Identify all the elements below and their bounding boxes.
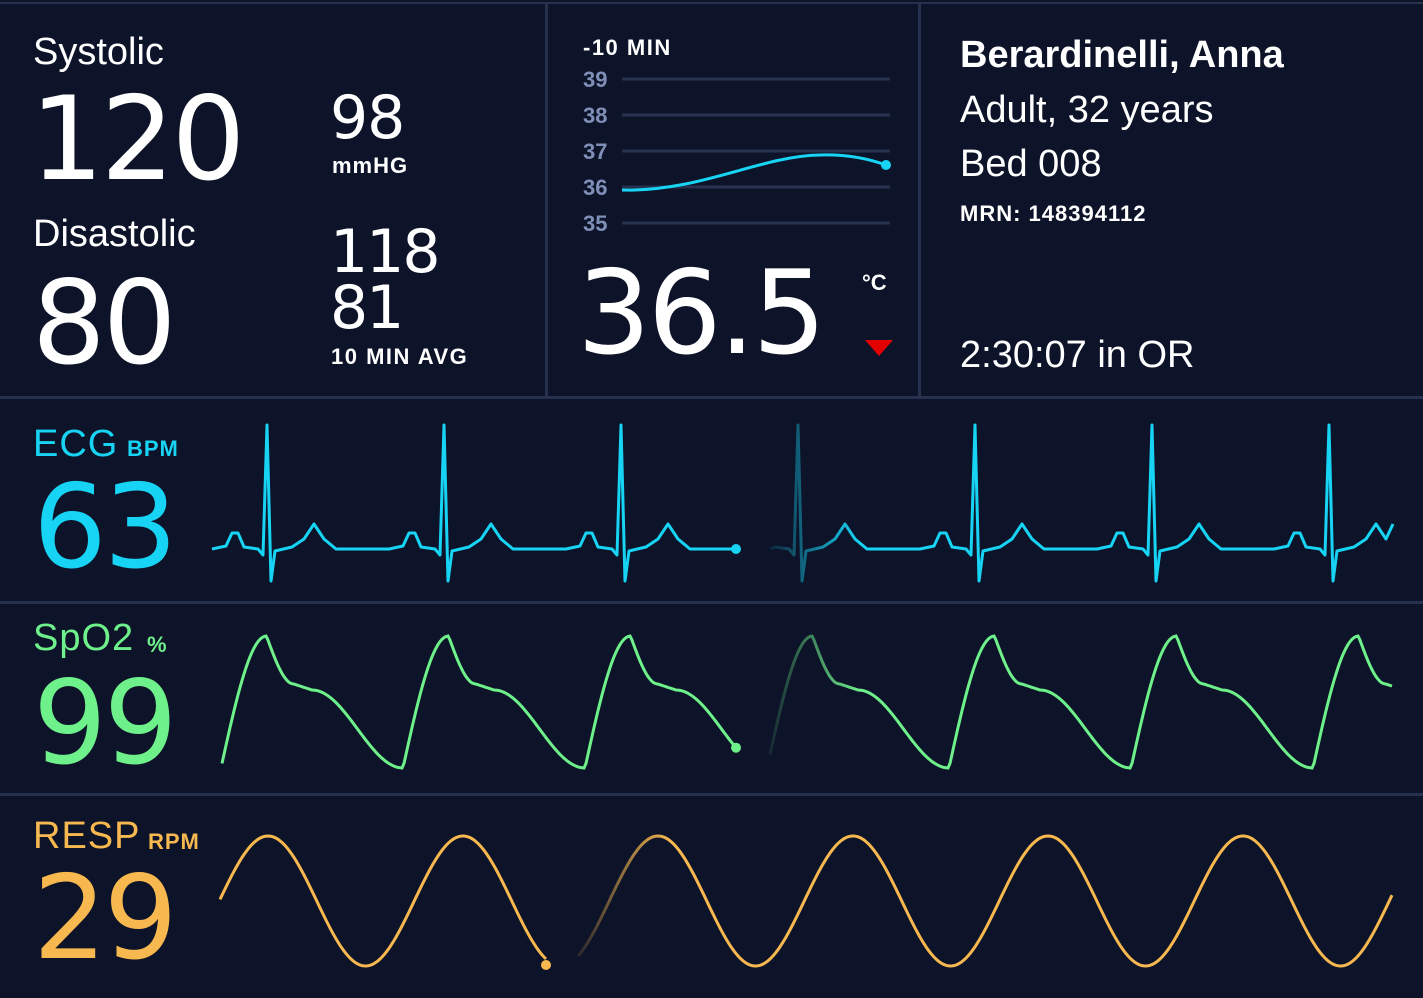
spo2-trace-previous [768, 634, 1393, 770]
divider-horizontal-3 [0, 793, 1423, 796]
temp-tick-38: 38 [583, 103, 608, 128]
patient-age: Adult, 32 years [960, 89, 1214, 131]
patient-mrn: MRN: 148394112 [960, 201, 1147, 226]
spo2-label: SpO2 [33, 617, 135, 659]
ecg-sweep-dot [731, 544, 741, 554]
resp-trace-current [218, 834, 548, 968]
divider-horizontal-1 [0, 396, 1423, 399]
bp-avg-label: 10 MIN AVG [331, 344, 469, 369]
bp-current-value: 98 [330, 83, 405, 153]
spo2-unit: % [147, 632, 167, 657]
temp-trend-down-icon [865, 340, 893, 356]
temp-trend-end-dot [881, 160, 891, 170]
systolic-label: Systolic [33, 31, 164, 73]
temp-tick-35: 35 [583, 211, 608, 236]
temp-value: 36.5 [577, 246, 826, 381]
resp-trace-previous [576, 834, 1394, 968]
patient-name: Berardinelli, Anna [960, 34, 1284, 76]
ecg-trace-previous [769, 423, 1395, 583]
spo2-value: 99 [33, 656, 178, 791]
spo2-sweep-dot [731, 742, 741, 753]
ecg-value: 63 [33, 460, 178, 595]
temp-range-label: -10 MIN [583, 35, 672, 60]
diastolic-value: 80 [32, 256, 177, 391]
patient-bed: Bed 008 [960, 143, 1102, 185]
systolic-value: 120 [30, 72, 245, 207]
temp-tick-36: 36 [583, 175, 608, 200]
temp-unit: °C [862, 270, 887, 295]
bp-current-unit: mmHG [332, 153, 409, 178]
ecg-trace-current [211, 423, 736, 583]
temp-trend-line [621, 153, 887, 192]
temp-tick-39: 39 [583, 67, 608, 92]
divider-vertical-2 [918, 4, 921, 397]
temp-tick-37: 37 [583, 139, 608, 164]
or-time: 2:30:07 in OR [960, 334, 1195, 376]
divider-vertical-1 [545, 4, 548, 397]
top-border [0, 2, 1423, 4]
bp-avg-diastolic: 81 [330, 273, 404, 343]
spo2-trace-current [220, 634, 738, 770]
resp-sweep-dot [541, 960, 551, 970]
ecg-unit: BPM [127, 436, 179, 461]
divider-horizontal-2 [0, 601, 1423, 604]
resp-value: 29 [33, 851, 178, 986]
diastolic-label: Disastolic [33, 213, 196, 255]
